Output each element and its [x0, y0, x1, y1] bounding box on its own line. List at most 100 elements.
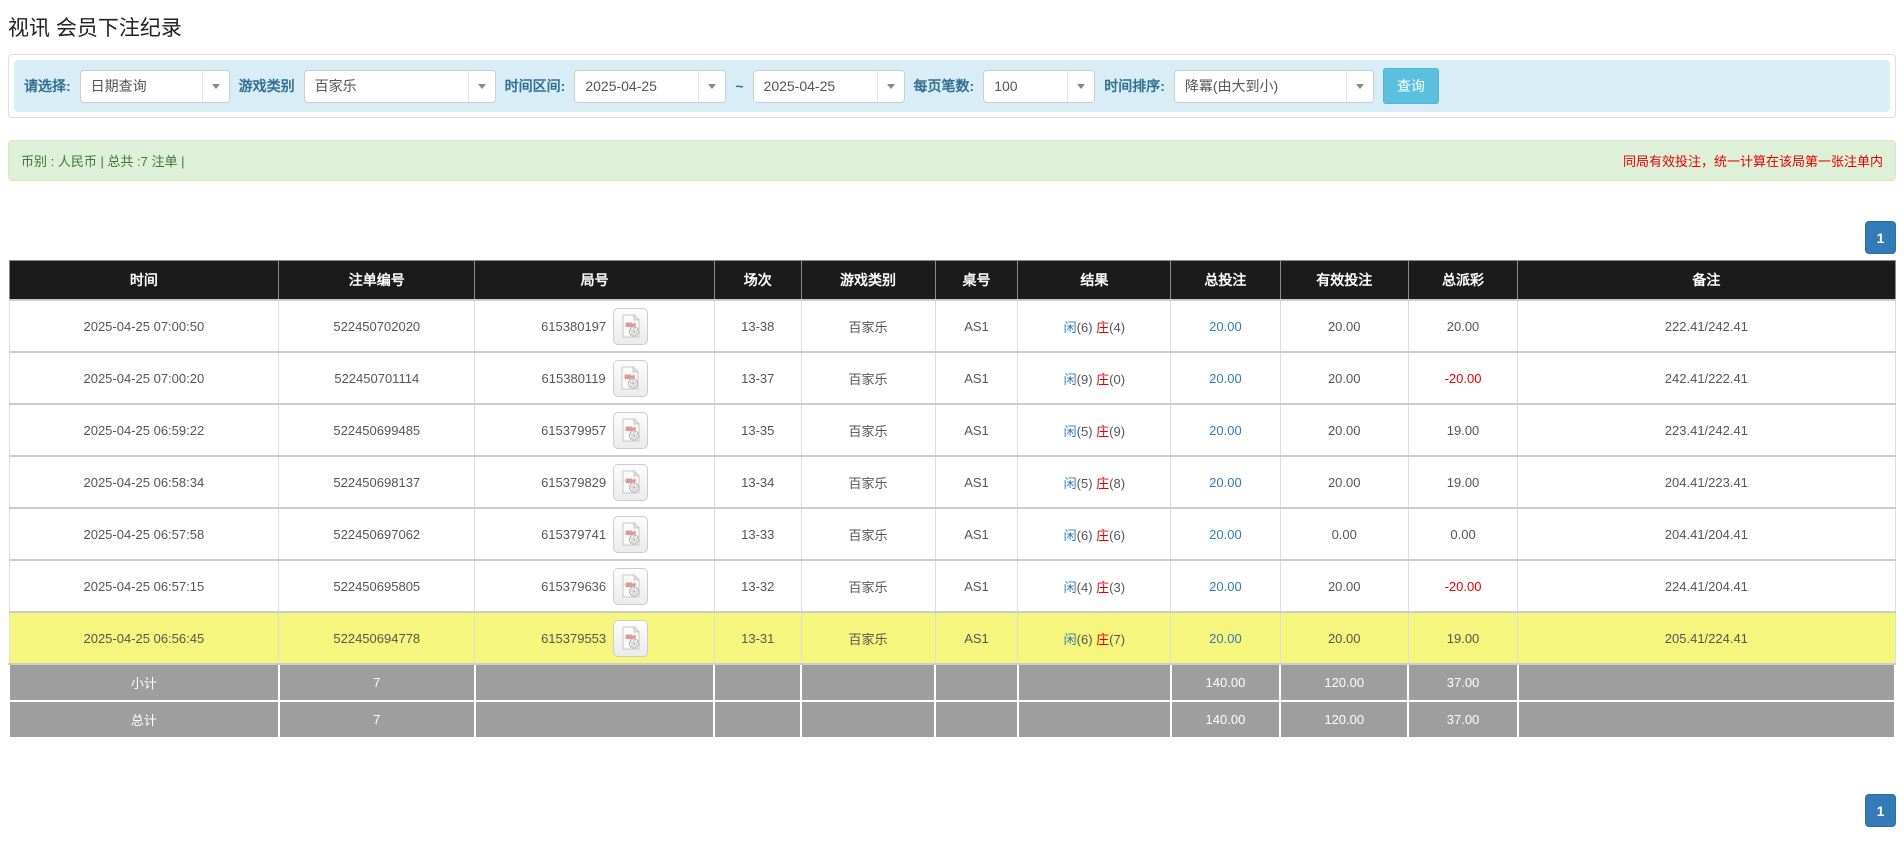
time-sort-value: 降冪(由大到小): [1184, 78, 1279, 94]
cell-note: 204.41/204.41: [1517, 507, 1896, 561]
table-row[interactable]: 2025-04-25 06:58:34 522450698137 615379829…: [8, 455, 1896, 509]
page: 视讯 会员下注纪录 请选择: 日期查询 游戏类别 百家乐 时间区间: 2025-…: [0, 0, 1904, 843]
video-replay-button[interactable]: [612, 359, 648, 397]
cell-game-category: 百家乐: [800, 559, 936, 613]
cell-payout: -20.00: [1407, 351, 1519, 405]
video-replay-button[interactable]: [613, 515, 649, 553]
game-category-value: 百家乐: [314, 78, 357, 94]
table-row[interactable]: 2025-04-25 07:00:20 522450701114 615380119…: [8, 351, 1896, 405]
banker-result-label: 庄: [1096, 319, 1110, 335]
total-bet-link[interactable]: 20.00: [1209, 319, 1242, 334]
video-replay-button[interactable]: [613, 411, 649, 449]
video-replay-icon: [622, 470, 640, 494]
round-id-text: 615379957: [541, 422, 607, 438]
cell-table-number: AS1: [934, 559, 1019, 613]
cell-note: 242.41/222.41: [1517, 351, 1896, 405]
cell-bet-id: 522450702020: [278, 299, 476, 353]
player-result-label: 闲: [1063, 527, 1077, 543]
total-bet-link[interactable]: 20.00: [1209, 527, 1242, 542]
total-bet-link[interactable]: 20.00: [1209, 423, 1242, 438]
date-to-select[interactable]: 2025-04-25: [752, 69, 905, 103]
video-replay-button[interactable]: [613, 619, 649, 657]
caret-down-icon: [1345, 70, 1373, 102]
game-category-select[interactable]: 百家乐: [303, 69, 496, 103]
summary-cell-game-category: [800, 663, 936, 702]
banker-result-label: 庄: [1096, 423, 1110, 439]
search-button[interactable]: 查询: [1382, 68, 1439, 104]
table-row[interactable]: 2025-04-25 06:56:45 522450694778 615379553…: [8, 611, 1896, 665]
cell-bet-id: 522450701114: [278, 351, 476, 405]
time-sort-select[interactable]: 降冪(由大到小): [1173, 69, 1374, 103]
video-replay-button[interactable]: [613, 307, 649, 345]
column-header-bet-id: 注单编号: [278, 260, 476, 301]
cell-game-category: 百家乐: [800, 455, 936, 509]
total-bet-link[interactable]: 20.00: [1209, 371, 1242, 386]
column-header-session: 场次: [713, 260, 802, 301]
date-from-select[interactable]: 2025-04-25: [574, 69, 727, 103]
video-replay-icon: [622, 418, 640, 442]
cell-valid-bet: 20.00: [1279, 559, 1409, 613]
summary-cell-payout: 37.00: [1407, 663, 1519, 702]
video-replay-button[interactable]: [613, 463, 649, 501]
summary-row-total: 总计 7 140.00 120.00 37.00: [8, 700, 1897, 739]
player-result-value: (5): [1076, 475, 1097, 491]
player-result-label: 闲: [1063, 319, 1077, 335]
query-type-select[interactable]: 日期查询: [79, 69, 230, 103]
cell-round-id: 615380119: [474, 351, 715, 405]
table-row[interactable]: 2025-04-25 06:59:22 522450699485 615379957…: [8, 403, 1896, 457]
player-result-label: 闲: [1063, 475, 1077, 491]
total-bet-link[interactable]: 20.00: [1209, 631, 1242, 646]
total-bet-link[interactable]: 20.00: [1209, 475, 1242, 490]
summary-bar: 币别 : 人民币 | 总共 :7 注单 | 同局有效投注，统一计算在该局第一张注…: [8, 140, 1896, 181]
caret-down-icon: [876, 70, 904, 102]
notice-text: 同局有效投注，统一计算在该局第一张注单内: [1622, 154, 1883, 169]
page-size-select[interactable]: 100: [983, 69, 1096, 103]
summary-cell-total-bet: 140.00: [1169, 700, 1282, 739]
video-replay-button[interactable]: [613, 567, 649, 605]
player-result-label: 闲: [1063, 371, 1077, 387]
cell-time: 2025-04-25 07:00:50: [8, 299, 280, 353]
column-header-note: 备注: [1517, 260, 1896, 301]
query-type-label: 请选择:: [24, 78, 71, 94]
cell-note: 224.41/204.41: [1517, 559, 1896, 613]
total-bet-link[interactable]: 20.00: [1209, 579, 1242, 594]
cell-session: 13-33: [713, 507, 802, 561]
summary-cell-session: [713, 663, 803, 702]
table-row[interactable]: 2025-04-25 06:57:15 522450695805 615379636…: [8, 559, 1896, 613]
table-row[interactable]: 2025-04-25 07:00:50 522450702020 615380197…: [8, 299, 1896, 353]
cell-round-id: 615379829: [474, 455, 715, 509]
cell-payout: 19.00: [1407, 455, 1519, 509]
range-separator: ~: [735, 78, 744, 94]
table-header-row: 时间 注单编号 局号 场次 游戏类别 桌号 结果 总投注 有效投注 总派彩 备注: [8, 260, 1896, 301]
banker-result-value: (0): [1109, 371, 1126, 387]
video-replay-icon: [622, 574, 640, 598]
filter-panel: 请选择: 日期查询 游戏类别 百家乐 时间区间: 2025-04-25 ~ 20…: [8, 54, 1896, 118]
cell-payout: -20.00: [1407, 559, 1519, 613]
banker-result-value: (4): [1109, 319, 1126, 335]
cell-session: 13-31: [713, 611, 802, 665]
cell-note: 205.41/224.41: [1517, 611, 1896, 665]
cell-bet-id: 522450694778: [278, 611, 476, 665]
column-header-game-category: 游戏类别: [800, 260, 936, 301]
caret-down-icon: [1067, 70, 1095, 102]
banker-result-value: (9): [1109, 423, 1126, 439]
cell-table-number: AS1: [934, 351, 1019, 405]
page-button-1[interactable]: 1: [1865, 221, 1896, 254]
summary-cell-total-bet: 140.00: [1169, 663, 1282, 702]
round-id-text: 615379741: [541, 526, 607, 542]
cell-total-bet: 20.00: [1170, 403, 1281, 457]
cell-total-bet: 20.00: [1170, 299, 1281, 353]
cell-result: 闲(6) 庄(6): [1017, 507, 1172, 561]
table-row[interactable]: 2025-04-25 06:57:58 522450697062 615379741…: [8, 507, 1896, 561]
column-header-table-number: 桌号: [934, 260, 1019, 301]
banker-result-label: 庄: [1096, 475, 1110, 491]
video-replay-icon: [621, 366, 640, 390]
cell-payout: 0.00: [1407, 507, 1519, 561]
time-sort-label: 时间排序:: [1104, 78, 1165, 94]
cell-result: 闲(5) 庄(8): [1017, 455, 1172, 509]
cell-result: 闲(4) 庄(3): [1017, 559, 1172, 613]
page-button-1[interactable]: 1: [1865, 794, 1896, 827]
page-title: 视讯 会员下注纪录: [8, 17, 182, 40]
cell-valid-bet: 20.00: [1279, 403, 1409, 457]
summary-cell-bet-id: 7: [277, 700, 476, 739]
